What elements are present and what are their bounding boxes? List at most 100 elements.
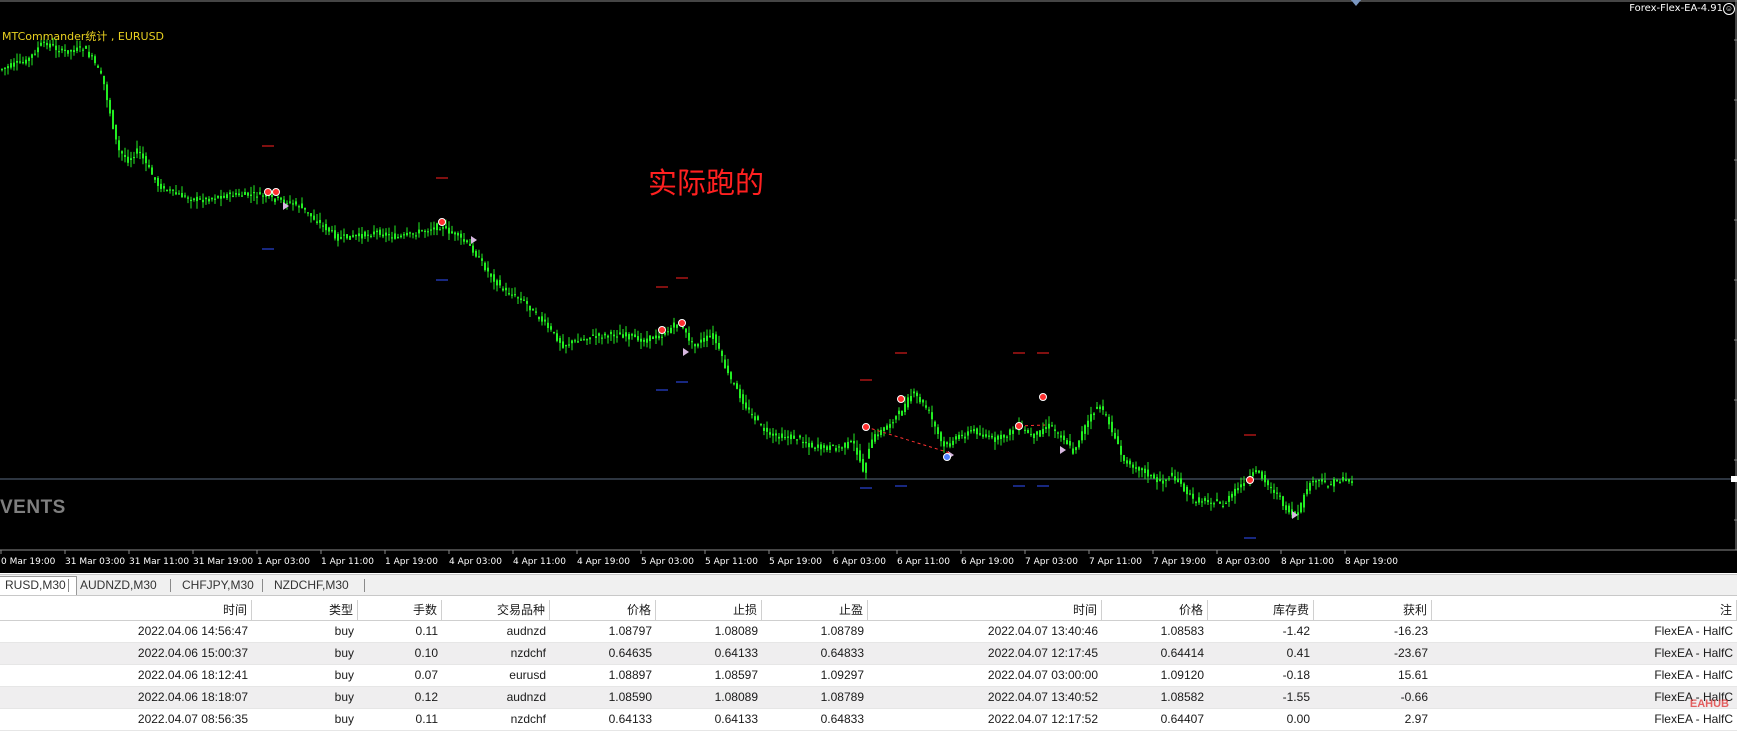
column-header[interactable]: 时间 bbox=[868, 600, 1102, 620]
candle-body bbox=[409, 232, 411, 234]
candle-body bbox=[625, 332, 627, 337]
candle-body bbox=[658, 335, 660, 339]
candle-body bbox=[217, 195, 219, 198]
candle-body bbox=[1315, 480, 1317, 483]
table-row[interactable]: 2022.04.07 08:56:35 buy 0.11 nzdchf 0.64133 0… bbox=[0, 709, 1737, 731]
candle-body bbox=[277, 196, 279, 198]
candle-body bbox=[595, 336, 597, 338]
table-cell: 1.09297 bbox=[820, 668, 864, 682]
candle-body bbox=[1078, 440, 1080, 448]
candle-body bbox=[775, 433, 777, 436]
candle-body bbox=[154, 177, 156, 180]
table-row[interactable]: 2022.04.06 18:18:07 buy 0.12 audnzd 1.08590 1… bbox=[0, 687, 1737, 709]
candle-body bbox=[121, 151, 123, 154]
column-header[interactable]: 注 bbox=[1432, 600, 1737, 620]
candlestick-plot[interactable]: 0 Mar 19:00 31 Mar 03:00 31 Mar 11:00 31 Ma… bbox=[0, 0, 1737, 573]
column-header[interactable]: 交易品种 bbox=[442, 600, 550, 620]
column-header[interactable]: 价格 bbox=[1102, 600, 1208, 620]
candle-body bbox=[856, 447, 858, 455]
candle-body bbox=[913, 391, 915, 394]
candle-body bbox=[1117, 436, 1119, 445]
column-header[interactable]: 止损 bbox=[656, 600, 762, 620]
candle-body bbox=[727, 365, 729, 374]
candle-body bbox=[739, 388, 741, 399]
candle-body bbox=[1039, 430, 1041, 437]
candle-body bbox=[1198, 497, 1200, 503]
candle-body bbox=[1222, 505, 1224, 508]
candle-body bbox=[136, 148, 138, 154]
time-axis-label: 8 Apr 11:00 bbox=[1281, 557, 1334, 567]
candle-body bbox=[70, 50, 72, 52]
trade-close-arrow-icon bbox=[683, 348, 689, 356]
table-row[interactable]: 2022.04.06 18:12:41 buy 0.07 eurusd 1.08897 1… bbox=[0, 665, 1737, 687]
candle-body bbox=[25, 59, 27, 64]
candle-body bbox=[493, 274, 495, 282]
candle-body bbox=[1045, 427, 1047, 429]
candle-body bbox=[958, 434, 960, 439]
time-axis-label: 5 Apr 03:00 bbox=[641, 557, 694, 567]
candle-body bbox=[1000, 434, 1002, 440]
candle-body bbox=[82, 49, 84, 51]
table-row[interactable]: 2022.04.06 14:56:47 buy 0.11 audnzd 1.08797 1… bbox=[0, 621, 1737, 643]
column-header[interactable]: 获利 bbox=[1314, 600, 1432, 620]
chart-tab[interactable]: RUSD,M30 bbox=[0, 576, 77, 595]
candle-body bbox=[823, 445, 825, 448]
candle-body bbox=[949, 443, 951, 447]
candle-body bbox=[223, 195, 225, 198]
candle-body bbox=[1279, 495, 1281, 497]
time-axis-label: 1 Apr 11:00 bbox=[321, 557, 374, 567]
candle-body bbox=[706, 335, 708, 341]
candle-body bbox=[853, 440, 855, 444]
candle-body bbox=[289, 201, 291, 203]
candle-body bbox=[406, 232, 408, 236]
column-header[interactable]: 类型 bbox=[252, 600, 358, 620]
time-axis-label: 8 Apr 03:00 bbox=[1217, 557, 1270, 567]
candle-body bbox=[574, 340, 576, 342]
candle-body bbox=[607, 335, 609, 338]
chart-tab[interactable]: CHFJPY,M30 bbox=[172, 577, 264, 594]
chart-tab[interactable]: AUDNZD,M30 bbox=[70, 577, 167, 594]
time-axis-label: 4 Apr 03:00 bbox=[449, 557, 502, 567]
table-cell: 2022.04.07 12:17:52 bbox=[987, 712, 1098, 726]
column-header[interactable]: 止盈 bbox=[762, 600, 868, 620]
candle-body bbox=[256, 196, 258, 198]
candle-body bbox=[436, 223, 438, 231]
table-row[interactable]: 2022.04.06 15:00:37 buy 0.10 nzdchf 0.64635 0… bbox=[0, 643, 1737, 665]
candle-body bbox=[28, 57, 30, 61]
candle-body bbox=[124, 154, 126, 157]
trade-close-arrow-icon bbox=[283, 202, 289, 210]
candle-body bbox=[253, 192, 255, 194]
chart-tab[interactable]: NZDCHF,M30 bbox=[264, 577, 359, 594]
price-chart[interactable]: 0 Mar 19:00 31 Mar 03:00 31 Mar 11:00 31 Ma… bbox=[0, 0, 1737, 573]
candle-body bbox=[298, 206, 300, 208]
candle-body bbox=[49, 43, 51, 48]
candle-body bbox=[1321, 479, 1323, 482]
table-cell: 1.08583 bbox=[1160, 624, 1204, 638]
column-header[interactable]: 时间 bbox=[0, 600, 252, 620]
candle-body bbox=[1132, 464, 1134, 468]
candle-body bbox=[490, 273, 492, 277]
table-cell: 1.08089 bbox=[714, 690, 758, 704]
expert-advisor-name: Forex-Flex-EA-4.91 bbox=[1629, 3, 1723, 14]
candle-body bbox=[742, 394, 744, 404]
indicator-title: MTCommander统计 , EURUSD bbox=[2, 30, 165, 43]
table-cell: 0.10 bbox=[414, 646, 438, 660]
candle-body bbox=[640, 338, 642, 342]
column-header[interactable]: 库存费 bbox=[1208, 600, 1314, 620]
candle-body bbox=[889, 424, 891, 428]
candle-body bbox=[1201, 501, 1203, 503]
column-header[interactable]: 手数 bbox=[358, 600, 442, 620]
trade-entry-marker-icon bbox=[1246, 476, 1254, 484]
candle-body bbox=[247, 192, 249, 196]
candle-body bbox=[205, 197, 207, 200]
candle-body bbox=[505, 287, 507, 291]
candle-body bbox=[649, 335, 651, 342]
column-header[interactable]: 价格 bbox=[550, 600, 656, 620]
candle-body bbox=[166, 189, 168, 192]
candle-body bbox=[838, 446, 840, 448]
candle-body bbox=[280, 197, 282, 200]
candle-body bbox=[19, 61, 21, 63]
candle-body bbox=[1168, 478, 1170, 480]
candle-body bbox=[1351, 481, 1353, 483]
candle-body bbox=[244, 192, 246, 195]
